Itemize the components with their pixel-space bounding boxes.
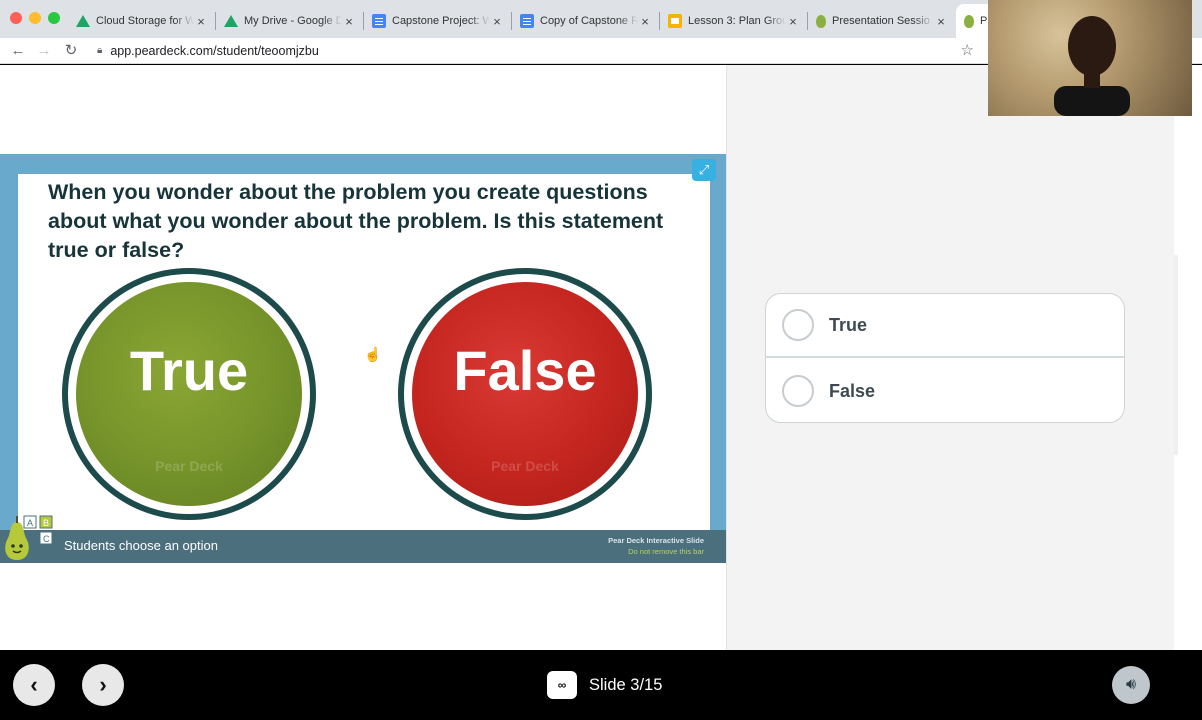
docs-icon — [372, 14, 386, 28]
radio-button[interactable] — [782, 309, 814, 341]
previous-slide-button[interactable]: ‹ — [13, 664, 55, 706]
tab-title: Lesson 3: Plan Grou — [688, 15, 786, 27]
close-icon[interactable]: × — [786, 14, 800, 29]
pear-deck-watermark: Pear Deck — [491, 458, 559, 474]
hand-cursor-icon: ☝ — [364, 346, 382, 362]
slide-frame: When you wonder about the problem you cr… — [0, 154, 726, 563]
chevron-left-icon: ‹ — [30, 672, 38, 697]
slide-pane: When you wonder about the problem you cr… — [0, 65, 726, 650]
false-circle: False Pear Deck — [398, 268, 652, 520]
bottom-nav-bar: ‹ › ∞ Slide 3/15 🔊︎ — [0, 650, 1202, 720]
multiple-choice-icon: A B C — [23, 515, 53, 545]
address-bar[interactable]: 🔒︎ app.peardeck.com/student/teoomjzbu — [97, 42, 319, 60]
immersive-reader-icon[interactable]: 🔊︎ — [1112, 666, 1150, 704]
footer-instruction: Students choose an option — [64, 538, 218, 553]
pear-deck-logo-icon: ∞ — [547, 671, 577, 699]
browser-tab[interactable]: Capstone Project: W × — [364, 4, 512, 38]
reload-icon[interactable]: ↻ — [61, 41, 81, 61]
answer-label: True — [829, 314, 868, 335]
forward-arrow-icon[interactable]: → — [34, 41, 54, 61]
next-slide-button[interactable]: › — [82, 664, 124, 706]
maximize-window-button[interactable] — [48, 12, 60, 24]
answer-pane: True False — [726, 65, 1174, 650]
close-icon[interactable]: × — [342, 14, 356, 29]
true-circle-label: True — [129, 338, 249, 402]
tab-title: Cloud Storage for W — [96, 15, 194, 27]
bookmark-star-icon[interactable]: ☆ — [961, 41, 974, 59]
close-icon[interactable]: × — [490, 14, 504, 29]
answer-label: False — [829, 380, 876, 401]
tab-title: My Drive - Google D — [244, 15, 342, 27]
svg-text:C: C — [43, 534, 50, 544]
browser-tab[interactable]: Copy of Capstone R × — [512, 4, 660, 38]
fullscreen-expand-icon[interactable]: ⤢ — [692, 159, 716, 181]
browser-tab[interactable]: Cloud Storage for W × — [68, 4, 216, 38]
side-strip — [1174, 65, 1202, 650]
docs-icon — [520, 14, 534, 28]
browser-tab[interactable]: Presentation Sessio × — [808, 4, 956, 38]
close-icon[interactable]: × — [934, 14, 948, 29]
slide-footer-bar: Students choose an option Pear Deck Inte… — [0, 530, 726, 563]
answer-option-false[interactable]: False — [766, 359, 1124, 422]
presenter-video — [1054, 16, 1130, 116]
tab-title: Capstone Project: W — [392, 15, 490, 27]
slide-question: When you wonder about the problem you cr… — [48, 180, 664, 262]
lock-icon: 🔒︎ — [97, 45, 103, 56]
chevron-right-icon: › — [99, 672, 107, 697]
answer-choices: True False — [765, 293, 1125, 423]
close-icon[interactable]: × — [638, 14, 652, 29]
scrollbar[interactable] — [1174, 255, 1178, 455]
footer-note: Pear Deck Interactive Slide — [608, 536, 704, 545]
close-icon[interactable]: × — [194, 14, 208, 29]
back-arrow-icon[interactable]: ← — [8, 41, 28, 61]
browser-tab[interactable]: My Drive - Google D × — [216, 4, 364, 38]
drive-icon — [76, 15, 90, 27]
minimize-window-button[interactable] — [29, 12, 41, 24]
slide-counter: ∞ Slide 3/15 — [547, 670, 662, 700]
drive-icon — [224, 15, 238, 27]
peardeck-icon — [964, 14, 974, 28]
tab-title: P — [980, 15, 988, 27]
false-circle-label: False — [453, 338, 597, 402]
close-window-button[interactable] — [10, 12, 22, 24]
svg-text:A: A — [27, 518, 33, 528]
browser-tab[interactable]: Lesson 3: Plan Grou × — [660, 4, 808, 38]
slide-counter-text: Slide 3/15 — [589, 675, 663, 694]
pear-deck-watermark: Pear Deck — [155, 458, 223, 474]
svg-text:B: B — [43, 518, 49, 528]
answer-option-true[interactable]: True — [766, 294, 1124, 358]
webcam-overlay — [988, 0, 1192, 116]
true-circle: True Pear Deck — [62, 268, 316, 520]
peardeck-icon — [816, 14, 826, 28]
radio-button[interactable] — [782, 375, 814, 407]
url-text: app.peardeck.com/student/teoomjzbu — [110, 44, 319, 58]
footer-note: Do not remove this bar — [628, 547, 704, 556]
tab-title: Presentation Sessio — [832, 15, 930, 27]
tab-title: Copy of Capstone R — [540, 15, 638, 27]
slides-icon — [668, 14, 682, 28]
